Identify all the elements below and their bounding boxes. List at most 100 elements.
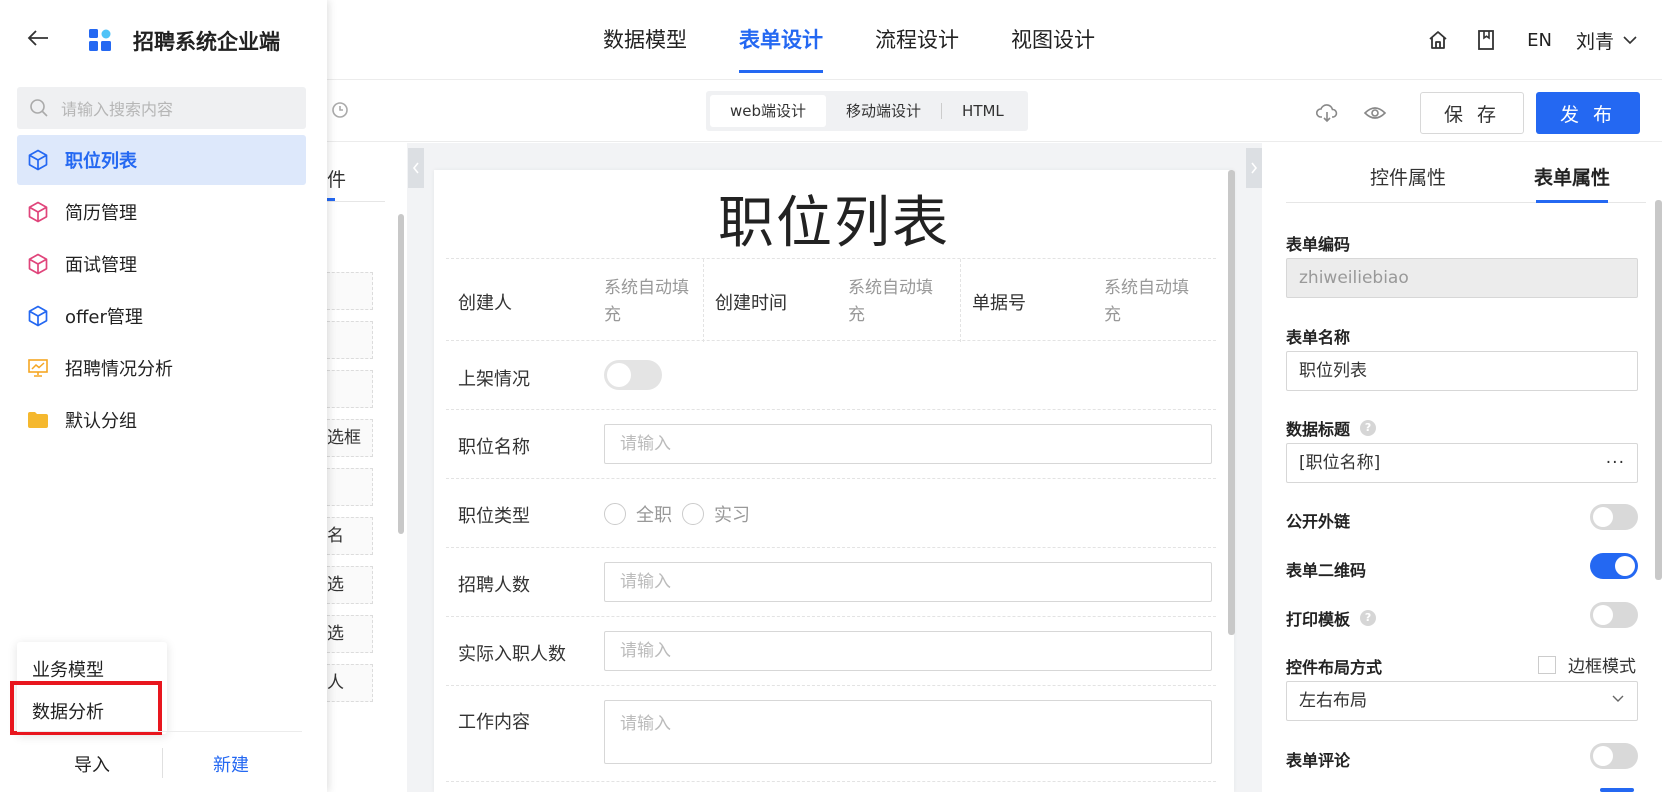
canvas-scrollbar[interactable]	[1228, 170, 1235, 635]
sidebar-item-offer-management[interactable]: offer管理	[17, 291, 306, 341]
border-mode-checkbox[interactable]: 边框模式	[1538, 652, 1636, 677]
history-icon[interactable]	[330, 100, 350, 124]
qr-code-toggle[interactable]	[1590, 553, 1638, 579]
bookmark-icon[interactable]	[1473, 27, 1499, 53]
folder-icon	[27, 409, 49, 431]
component-item[interactable]: 选	[327, 566, 373, 604]
component-item[interactable]	[327, 272, 373, 310]
field-document-number[interactable]: 单据号 系统自动填充	[960, 259, 1216, 342]
field-label: 职位类型	[458, 506, 530, 527]
device-html[interactable]: HTML	[942, 95, 1024, 127]
label-text: 公开外链	[1286, 512, 1351, 531]
form-name-label: 表单名称	[1286, 324, 1350, 348]
search-placeholder: 请输入搜索内容	[61, 100, 174, 119]
component-item[interactable]: 选	[327, 615, 373, 653]
device-web[interactable]: web端设计	[710, 95, 827, 127]
app-title: 招聘系统企业端	[133, 30, 280, 54]
sidebar-item-position-list[interactable]: 职位列表	[17, 135, 306, 185]
new-button[interactable]: 新建	[213, 751, 249, 777]
user-menu[interactable]: 刘青	[1576, 27, 1638, 54]
device-mobile[interactable]: 移动端设计	[826, 95, 941, 127]
property-scrollbar[interactable]	[1655, 200, 1662, 580]
actual-hires-input[interactable]: 请输入	[604, 631, 1212, 671]
sidebar-item-resume-management[interactable]: 简历管理	[17, 187, 306, 237]
hiring-count-input[interactable]: 请输入	[604, 562, 1212, 602]
chevron-down-icon	[1612, 695, 1624, 702]
form-comment-label: 表单评论	[1286, 747, 1350, 771]
radio-fulltime[interactable]: 全职	[604, 501, 672, 527]
chevron-left-icon	[412, 162, 419, 174]
user-name: 刘青	[1575, 30, 1614, 53]
tab-data-model[interactable]: 数据模型	[603, 0, 687, 80]
radio-internship[interactable]: 实习	[682, 501, 750, 527]
tab-process-design[interactable]: 流程设计	[875, 0, 959, 80]
form-title[interactable]: 职位列表	[434, 178, 1234, 259]
radio-label: 全职	[636, 505, 672, 526]
field-created-time[interactable]: 创建时间 系统自动填充	[703, 259, 960, 342]
data-title-input[interactable]: [职位名称] ···	[1286, 443, 1638, 483]
form-name-input[interactable]: 职位列表	[1286, 351, 1638, 391]
public-link-toggle[interactable]	[1590, 504, 1638, 530]
data-title-label: 数据标题?	[1286, 416, 1377, 440]
menu-item-business-model[interactable]: 业务模型	[32, 656, 104, 682]
device-switch: web端设计 移动端设计 HTML	[706, 91, 1028, 131]
tab-control-properties[interactable]: 控件属性	[1370, 163, 1446, 190]
back-arrow-icon[interactable]	[26, 28, 50, 52]
sidebar-item-recruitment-analysis[interactable]: 招聘情况分析	[17, 343, 306, 393]
component-item[interactable]: 人	[327, 664, 373, 702]
field-listing-status[interactable]: 上架情况	[446, 341, 1216, 410]
partial-toggle[interactable]	[1600, 788, 1634, 792]
tab-view-design[interactable]: 视图设计	[1011, 0, 1095, 80]
publish-button[interactable]: 发 布	[1536, 92, 1640, 134]
more-icon[interactable]: ···	[1606, 444, 1625, 482]
component-tab-fragment[interactable]: 件	[327, 165, 346, 192]
language-switch[interactable]: EN	[1527, 30, 1552, 51]
sidebar-item-interview-management[interactable]: 面试管理	[17, 239, 306, 289]
position-name-input[interactable]: 请输入	[604, 424, 1212, 464]
field-job-content[interactable]: 工作内容 请输入	[446, 686, 1216, 782]
component-item[interactable]	[327, 321, 373, 359]
eye-icon[interactable]	[1362, 100, 1388, 126]
system-fields-row: 创建人 系统自动填充 创建时间 系统自动填充 单据号 系统自动填充	[446, 258, 1216, 342]
field-position-name[interactable]: 职位名称 请输入	[446, 410, 1216, 479]
component-item[interactable]	[327, 370, 373, 408]
job-content-textarea[interactable]: 请输入	[604, 700, 1212, 764]
collapse-right-handle[interactable]	[1246, 148, 1262, 188]
property-panel: 控件属性 表单属性 表单编码 zhiweiliebiao 表单名称 职位列表 数…	[1262, 143, 1662, 792]
form-comment-toggle[interactable]	[1590, 743, 1638, 769]
home-icon[interactable]	[1425, 27, 1451, 53]
help-icon[interactable]: ?	[1360, 420, 1377, 436]
label-text: 打印模板	[1286, 610, 1351, 629]
save-button[interactable]: 保 存	[1420, 92, 1524, 134]
sidebar-search[interactable]: 请输入搜索内容	[17, 87, 306, 129]
cube-icon	[27, 201, 49, 223]
listing-status-toggle[interactable]	[604, 360, 662, 390]
component-item[interactable]: 名	[327, 517, 373, 555]
component-scrollbar[interactable]	[398, 214, 404, 534]
property-tabs: 控件属性 表单属性	[1286, 143, 1646, 203]
form-code-label: 表单编码	[1286, 231, 1350, 255]
layout-label: 控件布局方式	[1286, 654, 1382, 678]
tab-form-design[interactable]: 表单设计	[739, 0, 823, 80]
field-creator[interactable]: 创建人 系统自动填充	[446, 259, 703, 342]
position-type-radios: 全职 实习	[604, 501, 760, 527]
collapse-left-handle[interactable]	[408, 148, 424, 188]
cloud-download-icon[interactable]	[1314, 100, 1340, 126]
field-label: 工作内容	[458, 712, 530, 733]
tab-form-properties[interactable]: 表单属性	[1534, 163, 1610, 190]
layout-select[interactable]: 左右布局	[1286, 681, 1638, 721]
field-hiring-count[interactable]: 招聘人数 请输入	[446, 548, 1216, 617]
sidebar-item-default-group[interactable]: 默认分组	[17, 395, 306, 445]
help-icon[interactable]: ?	[1360, 610, 1377, 626]
field-actual-hires[interactable]: 实际入职人数 请输入	[446, 617, 1216, 686]
field-position-type[interactable]: 职位类型 全职 实习	[446, 479, 1216, 548]
field-label: 上架情况	[458, 369, 530, 390]
radio-circle	[682, 503, 704, 525]
label-text: 表单名称	[1286, 328, 1351, 347]
component-item[interactable]: 选框	[327, 419, 373, 457]
top-nav: 数据模型 表单设计 流程设计 视图设计	[603, 0, 1147, 80]
top-right-actions: EN 刘青	[1403, 0, 1638, 80]
import-button[interactable]: 导入	[74, 751, 110, 777]
print-template-toggle[interactable]	[1590, 602, 1638, 628]
component-item[interactable]	[327, 468, 373, 506]
